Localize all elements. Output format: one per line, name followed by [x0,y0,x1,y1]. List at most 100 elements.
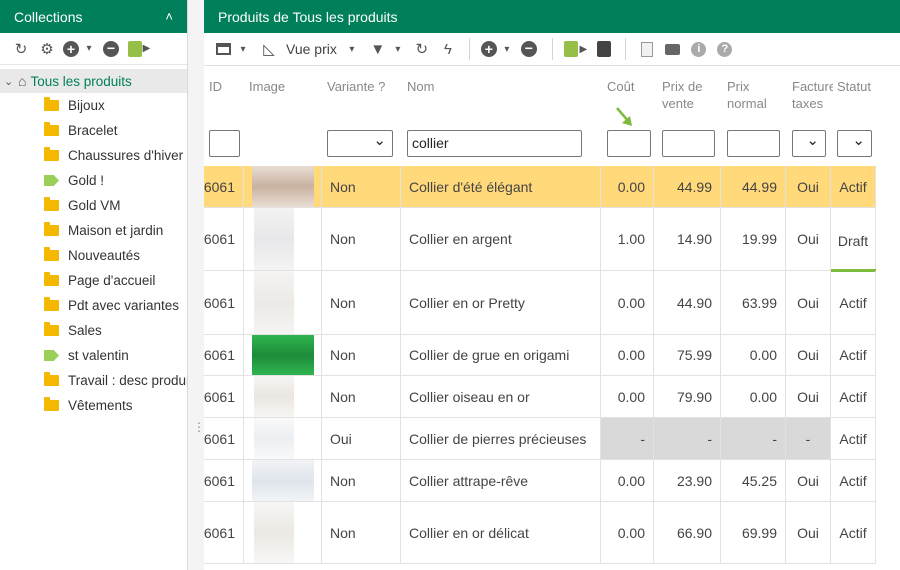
cell-prix-vente[interactable]: - [654,418,721,459]
cell-nom[interactable]: Collier en or délicat [401,502,601,563]
cell-taxes[interactable]: Oui [786,460,831,501]
tree-item-3[interactable]: Gold ! [0,168,187,193]
cell-taxes[interactable]: Oui [786,208,831,270]
col-facture[interactable]: Facture taxes [792,78,833,112]
columns-icon[interactable] [210,37,236,61]
remove-icon[interactable]: − [514,37,544,61]
cell-image[interactable] [244,418,322,459]
info-icon[interactable]: i [686,37,712,61]
col-prix-vente[interactable]: Prix de vente [662,78,702,112]
product-thumbnail[interactable] [254,418,294,459]
cell-prix-normal[interactable]: 63.99 [721,271,786,334]
chevron-down-icon[interactable]: ▾ [82,37,96,61]
cell-cout[interactable]: 0.00 [601,460,654,501]
tree-item-2[interactable]: Chaussures d'hiver [0,143,187,168]
table-row[interactable]: 6061 Non Collier oiseau en or 0.00 79.90 0.00… [204,376,876,418]
tree-item-10[interactable]: st valentin [0,343,187,368]
col-prix-normal[interactable]: Prix normal [727,78,767,112]
cell-prix-vente[interactable]: 44.99 [654,166,721,207]
cell-image[interactable] [244,502,322,563]
cell-nom[interactable]: Collier en or Pretty [401,271,601,334]
cell-prix-normal[interactable]: 69.99 [721,502,786,563]
cell-image[interactable] [244,460,322,501]
cell-variante[interactable]: Oui [322,418,401,459]
cell-statut[interactable]: Actif [831,502,876,563]
tree-item-1[interactable]: Bracelet [0,118,187,143]
cell-id[interactable]: 6061 [204,271,244,334]
shopify-bag-icon[interactable] [591,37,617,61]
filter-icon[interactable]: ▼ [365,37,391,61]
cell-id[interactable]: 6061 [204,208,244,270]
cell-cout[interactable]: 1.00 [601,208,654,270]
gear-icon[interactable]: ⚙ [34,37,60,61]
cell-image[interactable] [244,335,322,375]
add-icon[interactable]: + [60,37,82,61]
product-thumbnail[interactable] [254,271,294,334]
tree-root-all-products[interactable]: ⌄ ⌂ Tous les produits [0,69,187,93]
product-thumbnail[interactable] [252,166,314,207]
cell-prix-vente[interactable]: 75.99 [654,335,721,375]
col-id[interactable]: ID [209,78,222,95]
cell-cout[interactable]: 0.00 [601,376,654,417]
product-thumbnail[interactable] [254,502,294,563]
cell-cout[interactable]: 0.00 [601,166,654,207]
col-cout[interactable]: Coût [607,78,634,95]
chevron-down-icon[interactable]: ▾ [345,37,359,61]
cell-nom[interactable]: Collier de pierres précieuses [401,418,601,459]
filter-taxes-select[interactable] [792,130,826,157]
refresh-icon[interactable]: ↻ [8,37,34,61]
col-statut[interactable]: Statut [837,78,871,95]
refresh-icon[interactable]: ↻ [409,37,435,61]
cell-taxes[interactable]: - [786,418,831,459]
lightning-icon[interactable]: ϟ [435,37,461,61]
cell-statut[interactable]: Draft [831,208,876,270]
col-image[interactable]: Image [249,78,285,95]
filter-prix-normal[interactable] [727,130,780,157]
cell-cout[interactable]: - [601,418,654,459]
tree-item-7[interactable]: Page d'accueil [0,268,187,293]
table-row[interactable]: 6061 Non Collier en or délicat 0.00 66.90 69.… [204,502,876,564]
product-thumbnail[interactable] [254,208,294,270]
tree-item-12[interactable]: Vêtements [0,393,187,418]
filter-nom-input[interactable]: collier [407,130,582,157]
filter-cout[interactable] [607,130,651,157]
table-row[interactable]: 6061 Oui Collier de pierres précieuses - - - -… [204,418,876,460]
collapse-icon[interactable]: ˄ [165,9,173,24]
table-row[interactable]: 6061 Non Collier de grue en origami 0.00 75.… [204,335,876,376]
col-variante[interactable]: Variante ? [327,78,385,95]
table-row[interactable]: 6061 Non Collier d'été élégant 0.00 44.99 44.… [204,166,876,208]
filter-id[interactable] [209,130,240,157]
cell-id[interactable]: 6061 [204,418,244,459]
cell-taxes[interactable]: Oui [786,502,831,563]
product-thumbnail[interactable] [252,335,314,375]
cell-prix-vente[interactable]: 66.90 [654,502,721,563]
cell-id[interactable]: 6061 [204,166,244,207]
cell-statut[interactable]: Actif [831,335,876,375]
cell-id[interactable]: 6061 [204,376,244,417]
filter-variante-select[interactable] [327,130,393,157]
ruler-icon[interactable]: ◺ [256,37,282,61]
cell-prix-vente[interactable]: 44.90 [654,271,721,334]
cell-statut[interactable]: Actif [831,418,876,459]
cell-prix-normal[interactable]: 0.00 [721,335,786,375]
cell-image[interactable] [244,166,322,207]
cell-variante[interactable]: Non [322,502,401,563]
cell-prix-vente[interactable]: 79.90 [654,376,721,417]
csv-icon[interactable] [634,37,660,61]
table-row[interactable]: 6061 Non Collier en or Pretty 0.00 44.90 63.9… [204,271,876,335]
filter-prix-vente[interactable] [662,130,715,157]
tree-item-5[interactable]: Maison et jardin [0,218,187,243]
cell-prix-normal[interactable]: - [721,418,786,459]
cell-nom[interactable]: Collier en argent [401,208,601,270]
cell-cout[interactable]: 0.00 [601,271,654,334]
chevron-down-icon[interactable]: ⌄ [4,75,18,88]
col-nom[interactable]: Nom [407,78,434,95]
cell-cout[interactable]: 0.00 [601,335,654,375]
cell-image[interactable] [244,271,322,334]
cell-nom[interactable]: Collier attrape-rêve [401,460,601,501]
cell-variante[interactable]: Non [322,460,401,501]
cell-statut[interactable]: Actif [831,460,876,501]
cell-statut[interactable]: Actif [831,376,876,417]
tree-item-0[interactable]: Bijoux [0,93,187,118]
cell-variante[interactable]: Non [322,335,401,375]
